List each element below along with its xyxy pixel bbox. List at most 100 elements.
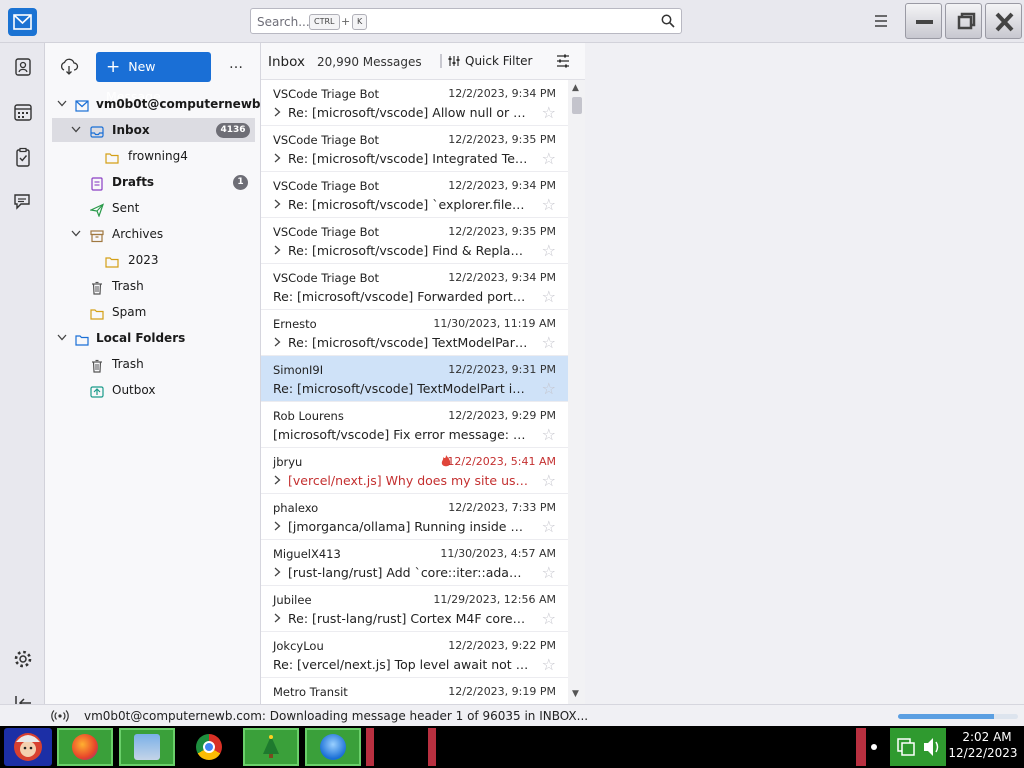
- message-date: 12/2/2023, 9:29 PM: [448, 409, 556, 422]
- quick-filter-button[interactable]: Quick Filter: [441, 54, 532, 68]
- message-row[interactable]: Rob Lourens 12/2/2023, 9:29 PM [microsoft/…: [261, 402, 568, 448]
- taskbar-thunderbird[interactable]: [305, 728, 361, 766]
- scroll-up-icon[interactable]: ▲: [572, 83, 579, 93]
- folder-drafts[interactable]: Drafts 1: [52, 170, 255, 194]
- close-button[interactable]: [985, 3, 1022, 39]
- folder-trash[interactable]: Trash: [52, 274, 255, 298]
- status-text: vm0b0t@computernewb.com: Downloading mes…: [84, 709, 589, 723]
- star-icon[interactable]: ☆: [542, 519, 556, 535]
- mail-app-icon[interactable]: [8, 8, 37, 36]
- message-row[interactable]: Metro Transit12/2/2023, 9:19 PM☆: [261, 678, 568, 704]
- folder-inbox[interactable]: Inbox 4136: [52, 118, 255, 142]
- message-row[interactable]: VSCode Triage Bot 12/2/2023, 9:34 PM Re: […: [261, 80, 568, 126]
- chevron-right-icon[interactable]: [273, 198, 281, 213]
- search-placeholder: Search...: [257, 15, 310, 29]
- clock-time[interactable]: 2:02 AM: [952, 730, 1022, 744]
- chevron-right-icon[interactable]: [273, 244, 281, 259]
- taskbar-chrome[interactable]: [181, 728, 237, 766]
- more-options-icon[interactable]: …: [229, 56, 244, 72]
- star-icon[interactable]: ☆: [542, 427, 556, 443]
- new-message-button[interactable]: + New Message: [96, 52, 211, 104]
- chevron-right-icon[interactable]: [273, 106, 281, 121]
- folder-frowning4[interactable]: frowning4: [52, 144, 255, 168]
- star-icon[interactable]: ☆: [542, 473, 556, 489]
- chevron-right-icon[interactable]: [273, 612, 281, 627]
- star-icon[interactable]: ☆: [542, 289, 556, 305]
- message-row[interactable]: MiguelX413 11/30/2023, 4:57 AM [rust-lang/…: [261, 540, 568, 586]
- calendar-icon[interactable]: [12, 101, 34, 123]
- chat-icon[interactable]: [12, 191, 34, 213]
- file-explorer-icon: [134, 734, 160, 760]
- chevron-right-icon[interactable]: [273, 336, 281, 351]
- message-row[interactable]: SimonI9I 12/2/2023, 9:31 PM Re: [microsoft…: [261, 356, 568, 402]
- message-row[interactable]: VSCode Triage Bot 12/2/2023, 9:34 PM Re: […: [261, 264, 568, 310]
- star-icon[interactable]: ☆: [542, 197, 556, 213]
- thread-pane: Inbox 20,990 Messages Quick Filter VSCod…: [261, 43, 585, 704]
- message-row[interactable]: jbryu 12/2/2023, 5:41 AM [vercel/next.js] …: [261, 448, 568, 494]
- scroll-thumb[interactable]: [572, 97, 582, 114]
- star-icon[interactable]: ☆: [542, 335, 556, 351]
- trash-icon: [90, 357, 104, 373]
- chevron-right-icon[interactable]: [273, 474, 281, 489]
- chevron-right-icon[interactable]: [273, 152, 281, 167]
- folder-label: Spam: [112, 305, 147, 319]
- message-row[interactable]: JokcyLou 12/2/2023, 9:22 PM Re: [vercel/ne…: [261, 632, 568, 678]
- shortcut-ctrl-key: CTRL: [309, 14, 340, 30]
- star-icon[interactable]: ☆: [542, 151, 556, 167]
- display-options-icon[interactable]: [555, 53, 571, 72]
- message-date: 12/2/2023, 9:31 PM: [448, 363, 556, 376]
- chevron-right-icon[interactable]: [273, 566, 281, 581]
- star-icon[interactable]: ☆: [542, 657, 556, 673]
- system-tray[interactable]: [890, 728, 946, 766]
- star-icon[interactable]: ☆: [542, 105, 556, 121]
- minimize-button[interactable]: [905, 3, 942, 39]
- folder-outbox[interactable]: Outbox: [52, 378, 255, 402]
- star-icon[interactable]: ☆: [542, 243, 556, 259]
- account-row[interactable]: vm0b0t@computernewb…: [53, 92, 273, 116]
- message-subject: [vercel/next.js] Why does my site use SS…: [288, 473, 529, 488]
- folder-local-trash[interactable]: Trash: [52, 352, 255, 376]
- message-sender: VSCode Triage Bot: [273, 225, 380, 239]
- folder-archives[interactable]: Archives: [52, 222, 255, 246]
- get-messages-icon[interactable]: [59, 58, 79, 79]
- message-row[interactable]: Jubilee 11/29/2023, 12:56 AM Re: [rust-lan…: [261, 586, 568, 632]
- restore-button[interactable]: [945, 3, 982, 39]
- message-row[interactable]: VSCode Triage Bot 12/2/2023, 9:35 PM Re: […: [261, 126, 568, 172]
- quick-filter-label: Quick Filter: [465, 54, 533, 68]
- folder-label: frowning4: [128, 149, 188, 163]
- chrome-icon: [196, 734, 222, 760]
- clock-date[interactable]: 12/22/2023: [944, 746, 1022, 760]
- message-row[interactable]: VSCode Triage Bot 12/2/2023, 9:35 PM Re: […: [261, 218, 568, 264]
- taskbar-firefox[interactable]: [57, 728, 113, 766]
- star-icon[interactable]: ☆: [542, 611, 556, 627]
- chevron-right-icon[interactable]: [273, 520, 281, 535]
- folder-label: Trash: [112, 357, 144, 371]
- message-subject: Re: [vercel/next.js] Top level await not…: [273, 657, 529, 672]
- folder-2023[interactable]: 2023: [52, 248, 255, 272]
- message-row[interactable]: Ernesto 11/30/2023, 11:19 AM Re: [microsof…: [261, 310, 568, 356]
- message-row[interactable]: VSCode Triage Bot 12/2/2023, 9:34 PM Re: […: [261, 172, 568, 218]
- thunderbird-icon: [320, 734, 346, 760]
- message-date: 12/2/2023, 9:35 PM: [448, 133, 556, 146]
- search-input[interactable]: Search... CTRL + K: [250, 8, 682, 34]
- taskbar-tree-app[interactable]: [243, 728, 299, 766]
- folder-spam[interactable]: Spam: [52, 300, 255, 324]
- message-sender: VSCode Triage Bot: [273, 271, 380, 285]
- tasks-icon[interactable]: [12, 146, 34, 168]
- folder-sent[interactable]: Sent: [52, 196, 255, 220]
- taskbar-file-explorer[interactable]: [119, 728, 175, 766]
- app-menu-icon[interactable]: [870, 11, 892, 31]
- local-folders-row[interactable]: Local Folders: [53, 326, 257, 350]
- address-book-icon[interactable]: [12, 56, 34, 78]
- search-icon[interactable]: [661, 14, 675, 31]
- star-icon[interactable]: ☆: [542, 381, 556, 397]
- message-sender: Metro Transit: [273, 685, 348, 699]
- message-row[interactable]: phalexo 12/2/2023, 7:33 PM [jmorganca/olla…: [261, 494, 568, 540]
- star-icon[interactable]: ☆: [542, 565, 556, 581]
- message-list-scrollbar[interactable]: ▲ ▼: [568, 80, 585, 704]
- start-button[interactable]: [4, 728, 52, 766]
- online-status-icon[interactable]: [51, 709, 69, 726]
- settings-gear-icon[interactable]: [12, 648, 34, 670]
- scroll-down-icon[interactable]: ▼: [572, 689, 579, 699]
- message-subject: Re: [microsoft/vscode] Integrated Termi…: [288, 151, 529, 166]
